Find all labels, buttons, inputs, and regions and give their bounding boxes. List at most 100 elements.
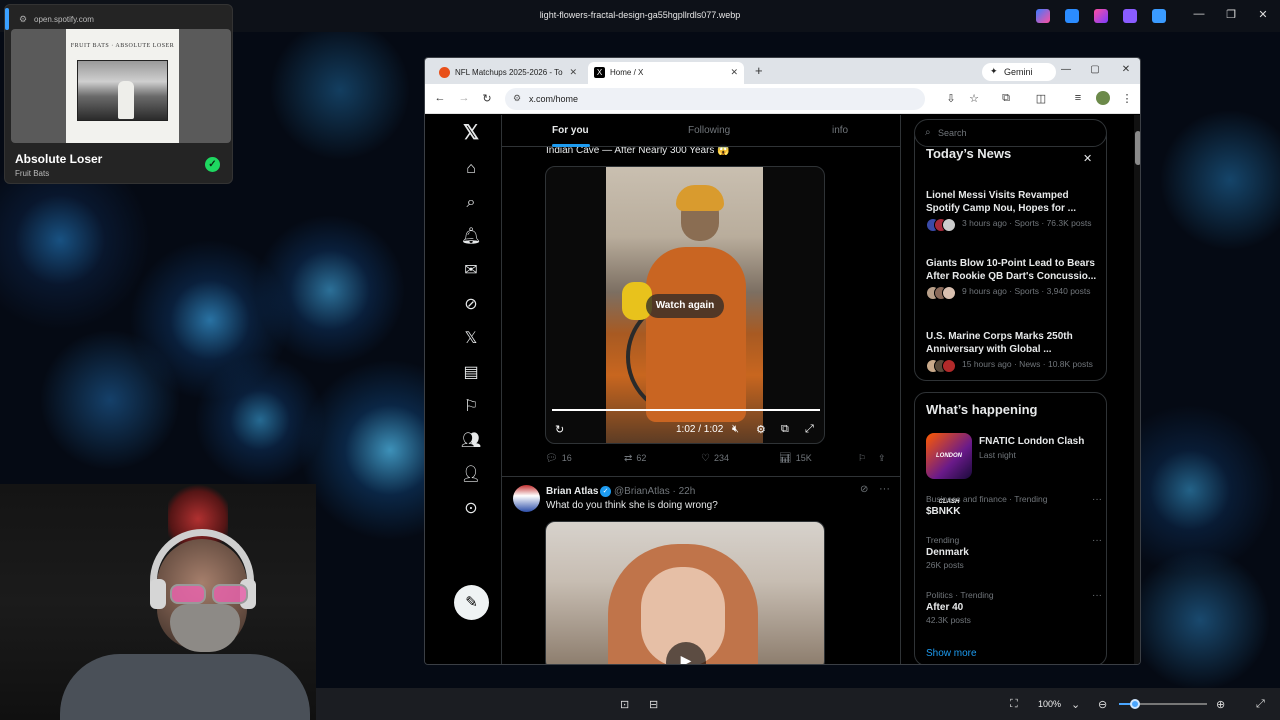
- bookmark-star-icon[interactable]: ☆: [967, 92, 981, 105]
- share-icon[interactable]: ⇪: [878, 453, 886, 464]
- picture-in-picture-icon[interactable]: ⧉: [781, 423, 789, 436]
- maximize-icon[interactable]: ❐: [1223, 8, 1239, 21]
- search-input[interactable]: ⌕ Search: [914, 119, 1107, 147]
- minimize-icon[interactable]: —: [1191, 8, 1207, 20]
- communities-icon[interactable]: 👥︎: [459, 431, 483, 451]
- more-icon[interactable]: ⊙: [459, 499, 483, 519]
- close-icon[interactable]: ✕: [1255, 8, 1271, 21]
- profile-avatar[interactable]: [1096, 91, 1110, 105]
- text-select-icon[interactable]: ⊟: [649, 698, 658, 711]
- url-input[interactable]: ⚙ x.com/home: [505, 88, 925, 110]
- install-app-icon[interactable]: ⇩: [944, 92, 958, 105]
- close-icon[interactable]: ✕: [1119, 64, 1133, 75]
- minimize-icon[interactable]: —: [1059, 64, 1073, 75]
- tweet-author-name[interactable]: Brian Atlas: [546, 486, 598, 497]
- tweet-video[interactable]: ▶: [545, 521, 825, 664]
- event-image[interactable]: LONDON CLASH: [926, 433, 972, 505]
- news-headline: Giants Blow 10-Point Lead to Bears After…: [926, 258, 1097, 282]
- watch-again-button[interactable]: Watch again: [646, 294, 724, 318]
- post-button[interactable]: ✎: [454, 585, 489, 620]
- fullscreen-icon[interactable]: ⤢: [1256, 698, 1265, 711]
- trend-item[interactable]: Politics · Trending After 40 42.3K posts…: [926, 590, 1102, 625]
- views-button[interactable]: 📊︎ 15K: [779, 453, 812, 464]
- news-avatar: [942, 286, 956, 300]
- more-options-icon[interactable]: ···: [1092, 535, 1102, 546]
- more-options-icon[interactable]: ···: [1092, 494, 1102, 505]
- zoom-level[interactable]: 100%: [1038, 699, 1061, 709]
- trend-item[interactable]: Business and finance · Trending $BNKK ··…: [926, 494, 1102, 517]
- home-icon[interactable]: ⌂: [459, 159, 483, 179]
- right-sidebar: Today’s News ✕ Lionel Messi Visits Revam…: [901, 115, 1140, 664]
- back-icon[interactable]: ←: [433, 92, 447, 104]
- tab-home-x[interactable]: X Home / X ✕: [588, 62, 744, 84]
- forward-icon[interactable]: →: [457, 92, 471, 104]
- copilot-icon[interactable]: [1036, 9, 1050, 23]
- tweet-author-avatar[interactable]: [513, 485, 540, 512]
- site-info-icon[interactable]: ⚙: [513, 93, 521, 104]
- reply-button[interactable]: 💬︎ 16: [545, 453, 572, 464]
- close-icon[interactable]: ✕: [1083, 152, 1092, 165]
- news-item[interactable]: Lionel Messi Visits Revamped Spotify Cam…: [926, 189, 1102, 232]
- search-icon[interactable]: ⌕: [459, 193, 483, 213]
- more-options-icon[interactable]: ···: [1092, 590, 1102, 601]
- news-meta: 9 hours ago · Sports · 3,940 posts: [962, 286, 1091, 296]
- tab-info[interactable]: info: [832, 125, 848, 136]
- trend-item[interactable]: Trending Denmark 26K posts ···: [926, 535, 1102, 570]
- tab-following[interactable]: Following: [688, 125, 730, 136]
- edit-icon[interactable]: [1065, 9, 1079, 23]
- bookmarks-icon[interactable]: ⚐: [459, 397, 483, 417]
- show-more-link[interactable]: Show more: [926, 648, 977, 659]
- onedrive-icon[interactable]: [1152, 9, 1166, 23]
- notifications-bell-icon[interactable]: 🔔︎: [459, 227, 483, 247]
- active-tab-indicator: [552, 144, 590, 147]
- zoom-dropdown-icon[interactable]: ⌄: [1071, 698, 1080, 711]
- settings-gear-icon[interactable]: ⚙: [756, 423, 766, 436]
- zoom-in-icon[interactable]: ⊕: [1216, 698, 1225, 711]
- repost-button[interactable]: ⇄ 62: [624, 453, 646, 464]
- tweet-text: What do you think she is doing wrong?: [546, 500, 718, 511]
- spotify-media-card[interactable]: ⚙ open.spotify.com FRUIT BATS · ABSOLUTE…: [4, 4, 233, 184]
- news-meta: 3 hours ago · Sports · 76.3K posts: [962, 218, 1092, 228]
- crop-icon[interactable]: ⊡: [620, 698, 629, 711]
- fit-to-window-icon[interactable]: ⛶: [1010, 698, 1018, 711]
- profile-icon[interactable]: 👤︎: [459, 465, 483, 485]
- gemini-button[interactable]: ✦ Gemini: [982, 63, 1056, 81]
- news-item[interactable]: Giants Blow 10-Point Lead to Bears After…: [926, 257, 1102, 300]
- new-tab-icon[interactable]: +: [755, 63, 763, 78]
- more-menu-icon[interactable]: ⋮: [1120, 92, 1134, 105]
- maximize-icon[interactable]: ▢: [1088, 64, 1102, 75]
- extensions-icon[interactable]: ⧉: [999, 92, 1013, 105]
- lists-icon[interactable]: ▤: [459, 363, 483, 383]
- messages-icon[interactable]: ✉: [459, 261, 483, 281]
- video-time: 1:02 / 1:02: [676, 424, 724, 435]
- reload-icon[interactable]: ↻: [480, 92, 494, 105]
- more-options-icon[interactable]: ···: [879, 483, 890, 495]
- split-view-icon[interactable]: ◫: [1034, 92, 1048, 105]
- page-scrollbar[interactable]: [1134, 115, 1140, 664]
- tweet-author-handle[interactable]: @BrianAtlas · 22h: [614, 486, 695, 497]
- scrollbar-thumb[interactable]: [1135, 131, 1140, 165]
- tweet-video[interactable]: Watch again ↻ 1:02 / 1:02 🔇︎ ⚙ ⧉ ⤢: [545, 166, 825, 444]
- clipchamp-icon[interactable]: [1123, 9, 1137, 23]
- bookmark-icon[interactable]: ⚐: [858, 453, 866, 464]
- grok-icon[interactable]: ⊘: [459, 295, 483, 315]
- premium-x-icon[interactable]: 𝕏: [459, 329, 483, 349]
- designer-icon[interactable]: [1094, 9, 1108, 23]
- close-icon[interactable]: ✕: [569, 67, 577, 78]
- album-art: FRUIT BATS · ABSOLUTE LOSER: [66, 29, 179, 143]
- grok-icon[interactable]: ⊘: [860, 484, 868, 495]
- like-button[interactable]: ♡ 234: [701, 453, 729, 464]
- replay-icon[interactable]: ↻: [555, 423, 564, 436]
- tab-for-you[interactable]: For you: [552, 125, 589, 136]
- video-progress-bar[interactable]: [552, 409, 820, 411]
- close-icon[interactable]: ✕: [730, 67, 738, 78]
- event-title[interactable]: FNATIC London Clash: [979, 436, 1084, 447]
- news-item[interactable]: U.S. Marine Corps Marks 250th Anniversar…: [926, 330, 1102, 373]
- mute-icon[interactable]: 🔇︎: [732, 423, 739, 436]
- tab-nfl-matchups[interactable]: NFL Matchups 2025-2026 - Tod ✕: [433, 62, 583, 84]
- media-controls-icon[interactable]: ≡: [1071, 92, 1085, 104]
- zoom-out-icon[interactable]: ⊖: [1098, 698, 1107, 711]
- x-logo-icon[interactable]: 𝕏: [459, 123, 483, 143]
- zoom-slider-handle[interactable]: [1130, 699, 1140, 709]
- fullscreen-icon[interactable]: ⤢: [805, 423, 814, 436]
